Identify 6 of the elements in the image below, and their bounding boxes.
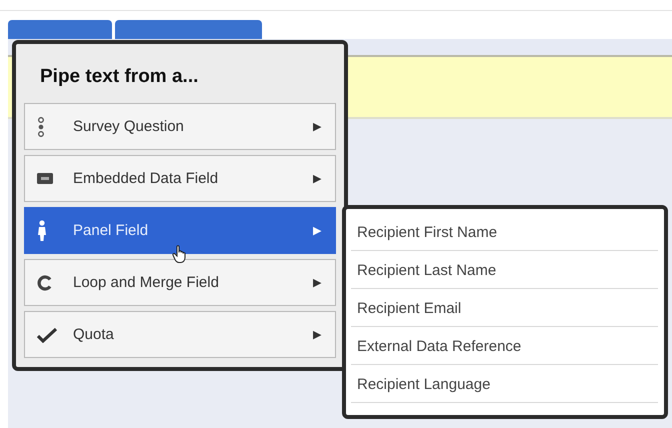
submenu-arrow: ▶ bbox=[313, 224, 321, 237]
submenu-arrow: ▶ bbox=[313, 172, 321, 185]
menu-title: Pipe text from a... bbox=[39, 65, 200, 84]
submenu-arrow: ▶ bbox=[313, 120, 321, 133]
submenu-arrow: ▶ bbox=[313, 276, 321, 289]
submenu-arrow: ▶ bbox=[313, 328, 321, 341]
